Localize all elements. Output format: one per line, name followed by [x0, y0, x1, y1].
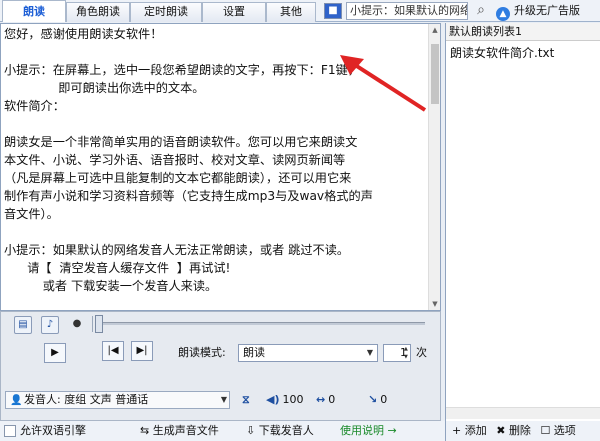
- volume-control[interactable]: ◀) 100: [266, 391, 304, 409]
- list-item[interactable]: 朗读女软件简介.txt: [450, 45, 554, 61]
- annotation-arrow-icon: [340, 55, 427, 112]
- progress-slider-thumb[interactable]: [95, 315, 103, 333]
- volume-icon: ◀): [266, 393, 280, 406]
- voice-value: 度组 文声 普通话: [64, 393, 149, 406]
- scrollbar-thumb[interactable]: [431, 44, 439, 104]
- pitch-value: 0: [380, 393, 388, 406]
- microphone-icon[interactable]: ●: [68, 316, 86, 334]
- text-line: （凡是屏幕上可选中且能复制的文本它都能朗读），还可以用它来: [4, 171, 352, 185]
- text-line: 或者 下载安装一个发音人来读。: [4, 279, 218, 293]
- download-voice-button[interactable]: ⇩ 下载发音人: [246, 421, 314, 441]
- spin-icon[interactable]: ▲ ▼: [404, 345, 410, 361]
- scroll-down-icon[interactable]: ▼: [429, 298, 440, 310]
- help-link[interactable]: 使用说明 →: [340, 421, 397, 441]
- pitch-icon: ↘: [368, 393, 378, 406]
- speed-icon: ↔: [316, 393, 326, 406]
- options-button[interactable]: ☐ 选项: [540, 424, 575, 437]
- dual-engine-checkbox[interactable]: [4, 425, 16, 437]
- separator: [92, 316, 93, 332]
- repeat-unit: 次: [416, 346, 427, 359]
- progress-slider-track[interactable]: [100, 322, 425, 325]
- tip-box: 小提示：如果默认的网络: [346, 2, 468, 20]
- tab-role-read[interactable]: 角色朗读: [66, 2, 130, 22]
- speed-control[interactable]: ↔ 0: [316, 391, 335, 409]
- list-footer: + 添加 ✖ 删除 ☐ 选项: [446, 421, 600, 441]
- pitch-control[interactable]: ↘ 0: [368, 391, 387, 409]
- mode-label: 朗读模式:: [178, 346, 226, 359]
- text-line: 制作有声小说和学习资料音频等（它支持生成mp3与及wav格式的声: [4, 189, 373, 203]
- chevron-down-icon[interactable]: ▼: [221, 392, 227, 408]
- list-horizontal-scrollbar[interactable]: [446, 407, 600, 419]
- top-tab-bar: 朗读 角色朗读 定时朗读 设置 其他 ■ 小提示：如果默认的网络 ⌕ ▲ 升级无广…: [0, 0, 600, 22]
- text-line: 小提示：如果默认的网络发音人无法正常朗读，或者 跳过不读。: [4, 243, 350, 257]
- person-icon: 👤: [10, 395, 23, 406]
- previous-button[interactable]: |◀: [102, 341, 124, 361]
- chevron-down-icon[interactable]: ▼: [363, 345, 377, 361]
- text-line: 音文件）。: [4, 207, 59, 221]
- dual-engine-label: 允许双语引擎: [20, 424, 86, 437]
- music-note-icon[interactable]: ♪: [41, 316, 59, 334]
- bottom-bar: 允许双语引擎 ⇆ 生成声音文件 ⇩ 下载发音人 使用说明 →: [0, 421, 445, 441]
- generate-audio-button[interactable]: ⇆ 生成声音文件: [140, 421, 219, 441]
- next-button[interactable]: ▶|: [131, 341, 153, 361]
- mode-select[interactable]: 朗读 ▼: [238, 344, 378, 362]
- mode-value: 朗读: [243, 346, 265, 359]
- scroll-up-icon[interactable]: ▲: [429, 24, 440, 36]
- text-line: 本文件、小说、学习外语、语音报时、校对文章、读网页新闻等: [4, 153, 346, 167]
- volume-value: 100: [282, 393, 304, 406]
- text-line: [4, 115, 429, 133]
- signal-icon[interactable]: ⧖: [242, 391, 253, 409]
- delete-button[interactable]: ✖ 删除: [496, 424, 531, 437]
- upgrade-label: 升级无广告版: [514, 4, 580, 17]
- reading-list-panel: 默认朗读列表1 朗读女软件简介.txt + 添加 ✖ 删除 ☐ 选项: [445, 23, 600, 441]
- upgrade-icon: ▲: [496, 7, 510, 21]
- play-button[interactable]: ▶: [44, 343, 66, 363]
- text-line: [4, 223, 429, 241]
- tab-timed-read[interactable]: 定时朗读: [130, 2, 202, 22]
- list-header[interactable]: 默认朗读列表1: [446, 23, 600, 41]
- tab-other[interactable]: 其他: [266, 2, 316, 22]
- voice-prefix: 发音人:: [24, 393, 61, 406]
- upgrade-button[interactable]: ▲ 升级无广告版: [496, 2, 580, 21]
- text-line: 朗读女是一个非常简单实用的语音朗读软件。您可以用它来朗读文: [4, 135, 358, 149]
- text-line: 您好，感谢使用朗读女软件！: [4, 27, 163, 41]
- tab-read[interactable]: 朗读: [2, 0, 66, 22]
- tab-settings[interactable]: 设置: [202, 2, 266, 22]
- palette-icon[interactable]: ■: [324, 3, 342, 19]
- speed-value: 0: [328, 393, 336, 406]
- text-line: 请【 清空发音人缓存文件 】再试试!: [4, 261, 231, 275]
- add-button[interactable]: + 添加: [452, 424, 487, 437]
- search-icon[interactable]: ⌕: [472, 2, 490, 20]
- document-icon[interactable]: ▤: [14, 316, 32, 334]
- voice-select[interactable]: 👤 发音人: 度组 文声 普通话 ▼: [5, 391, 230, 409]
